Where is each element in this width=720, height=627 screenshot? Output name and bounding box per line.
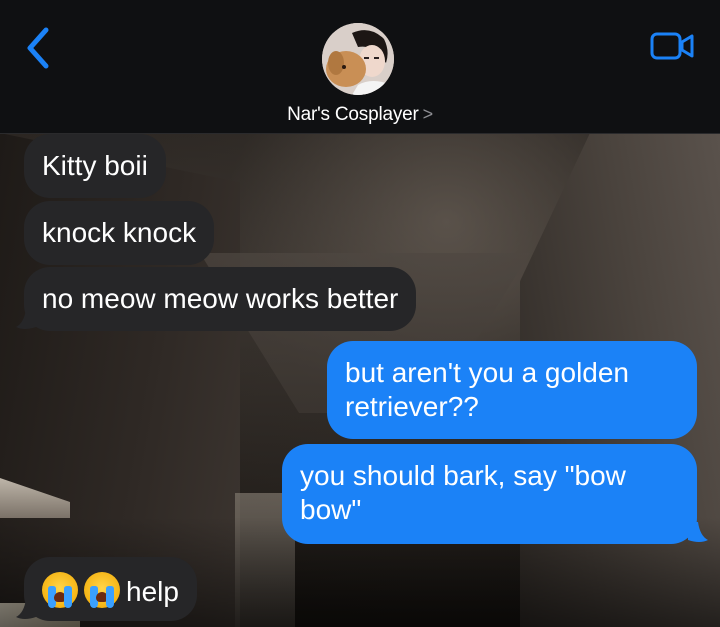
- chevron-left-icon: [27, 27, 49, 69]
- loudly-crying-face-emoji: [42, 572, 78, 608]
- conversation-header: Nar's Cosplayer >: [0, 0, 720, 134]
- back-button[interactable]: [18, 24, 58, 72]
- message-text: but aren't you a golden retriever??: [345, 357, 630, 422]
- avatar-photo: [322, 23, 394, 95]
- message-text: help: [126, 576, 179, 607]
- message-bubble-incoming[interactable]: help: [24, 557, 197, 621]
- contact-avatar[interactable]: [322, 23, 394, 95]
- message-text: knock knock: [42, 217, 197, 248]
- message-bubble-outgoing[interactable]: but aren't you a golden retriever??: [327, 341, 697, 439]
- chevron-right-icon: >: [422, 104, 434, 124]
- message-bubble-outgoing[interactable]: you should bark, say "bow bow": [282, 444, 697, 544]
- message-bubble-tail: [688, 522, 708, 542]
- message-bubble-incoming[interactable]: Kitty boii: [24, 134, 166, 198]
- contact-name[interactable]: Nar's Cosplayer >: [0, 104, 720, 126]
- loudly-crying-face-emoji: [84, 572, 120, 608]
- message-text: you should bark, say "bow bow": [300, 460, 626, 525]
- message-bubble-incoming[interactable]: knock knock: [24, 201, 215, 265]
- message-text: no meow meow works better: [42, 283, 399, 314]
- message-bubble-incoming[interactable]: no meow meow works better: [24, 267, 417, 331]
- video-camera-icon: [650, 32, 694, 60]
- message-text: Kitty boii: [42, 150, 148, 181]
- message-bubble-tail: [16, 599, 36, 619]
- contact-name-label: Nar's Cosplayer: [287, 104, 419, 125]
- message-bubble-tail: [16, 309, 36, 329]
- facetime-video-button[interactable]: [650, 30, 696, 62]
